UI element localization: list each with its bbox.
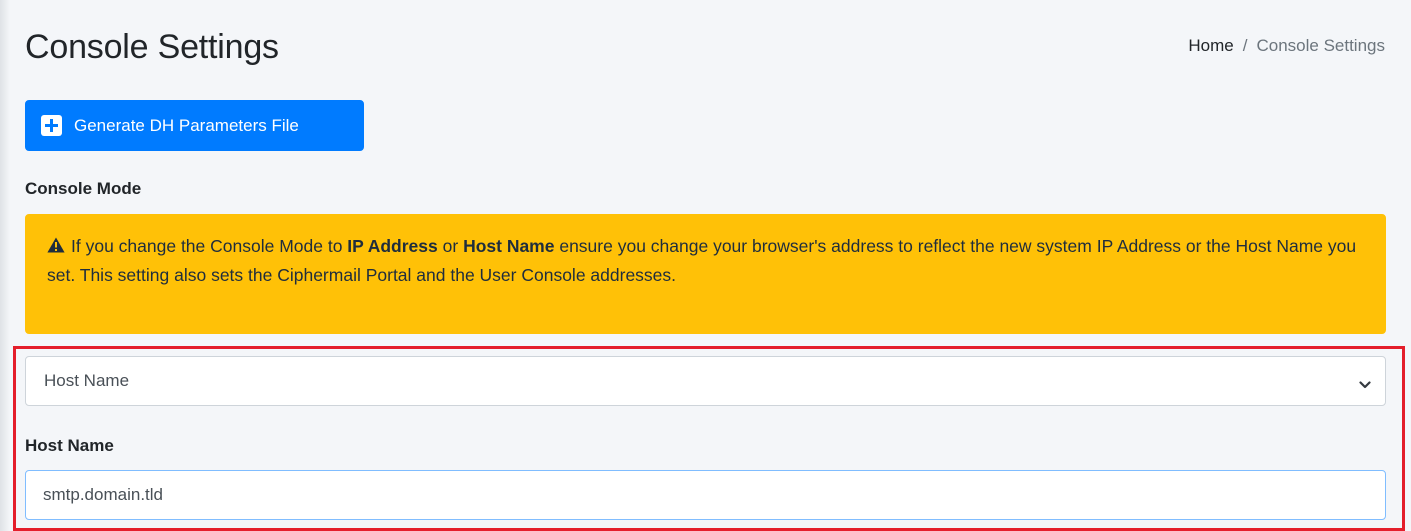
alert-bold-ip-address: IP Address	[347, 236, 438, 256]
breadcrumb-current: Console Settings	[1256, 36, 1385, 55]
breadcrumb-separator: /	[1242, 36, 1248, 55]
host-name-label: Host Name	[25, 436, 114, 455]
sidebar-shadow	[0, 0, 10, 531]
generate-dh-parameters-button[interactable]: Generate DH Parameters File	[25, 100, 364, 151]
console-mode-select[interactable]: Host Name	[25, 356, 1386, 406]
breadcrumb-home-link[interactable]: Home	[1188, 36, 1233, 56]
console-mode-label: Console Mode	[25, 179, 142, 198]
console-settings-page: Console Settings Home / Console Settings…	[0, 0, 1411, 531]
host-name-input[interactable]	[25, 470, 1386, 520]
plus-square-icon	[41, 115, 62, 136]
breadcrumb: Home / Console Settings	[1188, 36, 1385, 56]
console-mode-select-value: Host Name	[44, 371, 130, 390]
page-title: Console Settings	[25, 28, 279, 66]
alert-bold-host-name: Host Name	[463, 236, 555, 256]
alert-text-part-2: or	[437, 236, 464, 256]
generate-dh-parameters-label: Generate DH Parameters File	[74, 115, 299, 135]
chevron-down-icon	[1359, 375, 1371, 395]
alert-text-part-1: If you change the Console Mode to	[71, 236, 348, 256]
console-mode-warning-alert: If you change the Console Mode to IP Add…	[25, 214, 1386, 334]
warning-triangle-icon	[47, 237, 65, 253]
